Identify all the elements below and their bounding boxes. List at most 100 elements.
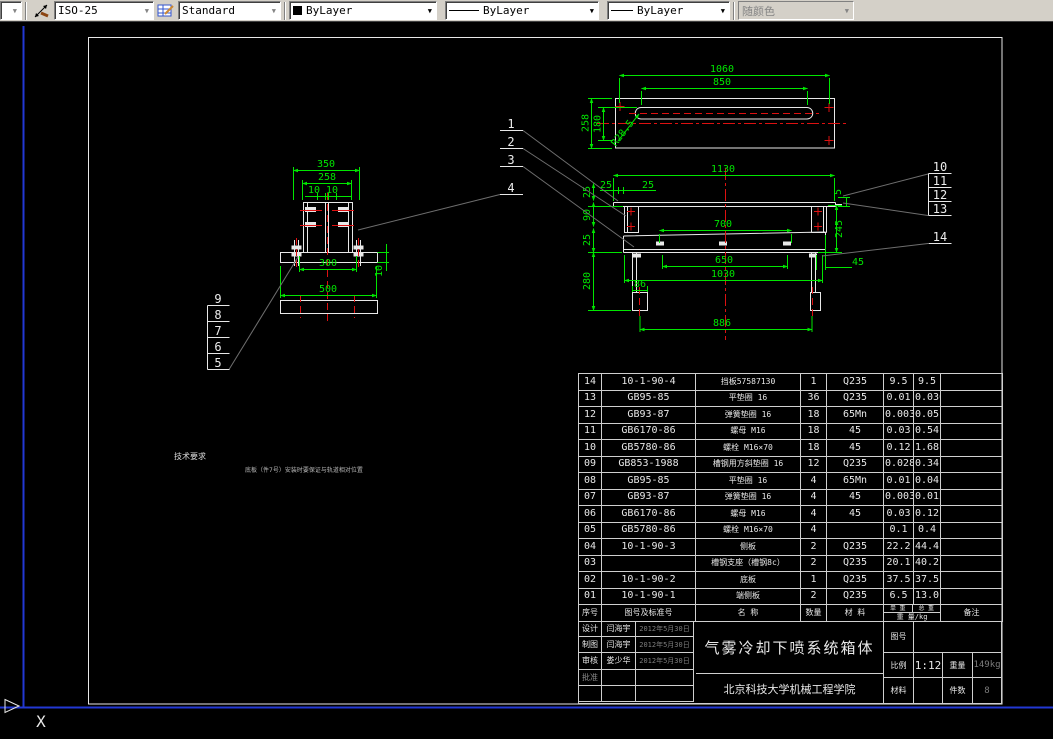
bom-row: 01 10-1-90-1 端侧板 2 Q235 6.5 13.0 (579, 588, 1003, 605)
bom-total-weight: 0.036 (914, 390, 941, 407)
bom-code: GB853-1988 (602, 456, 696, 473)
top-view-geometry (597, 99, 848, 149)
bom-unit-weight: 37.5 (884, 572, 914, 589)
chevron-down-icon[interactable]: ▼ (428, 7, 433, 15)
bom-unit-weight: 6.5 (884, 588, 914, 605)
bom-total-weight: 9.5 (914, 374, 941, 391)
lineweight-value: ByLayer (637, 4, 683, 17)
linetype-glyph (449, 10, 479, 11)
bom-total-weight: 0.12 (914, 506, 941, 523)
chevron-down-icon[interactable]: ▼ (590, 7, 595, 15)
bom-qty: 2 (801, 588, 827, 605)
svg-text:258: 258 (318, 172, 336, 183)
chevron-down-icon[interactable]: ▼ (272, 7, 277, 15)
bom-remark (941, 489, 1003, 506)
bom-qty: 2 (801, 555, 827, 572)
text-style-combo[interactable]: Standard ▼ (178, 1, 281, 20)
bom-qty: 4 (801, 489, 827, 506)
ucs-x-label: X (36, 712, 46, 731)
bom-row: 02 10-1-90-2 底板 1 Q235 37.5 37.5 (579, 572, 1003, 589)
svg-text:4: 4 (507, 181, 514, 195)
bom-material: Q235 (827, 588, 884, 605)
toolbar: ▼ ISO-25 ▼ Standard ▼ ByLayer ▼ ByLayer … (0, 0, 1053, 22)
bom-remark (941, 588, 1003, 605)
bom-unit-weight: 0.003 (884, 489, 914, 506)
svg-text:886: 886 (713, 318, 731, 329)
svg-text:350: 350 (317, 159, 335, 170)
text-style-icon[interactable] (156, 2, 176, 20)
lineweight-control-combo[interactable]: ByLayer ▼ (607, 1, 730, 20)
chevron-down-icon[interactable]: ▼ (145, 7, 150, 15)
svg-text:245: 245 (834, 220, 845, 238)
bom-unit-weight: 0.12 (884, 440, 914, 457)
bom-code: 10-1-90-2 (602, 572, 696, 589)
bom-seq: 09 (579, 456, 602, 473)
svg-text:技术要求: 技术要求 (174, 451, 206, 461)
front-view-dimensions: 350 258 10 10 300 500 10 (281, 159, 390, 298)
bom-header-total-weight: 总 重 (913, 605, 941, 612)
bom-remark (941, 506, 1003, 523)
bom-row: 06 GB6170-86 螺母 M16 4 45 0.03 0.12 (579, 506, 1003, 523)
text-style-value: Standard (182, 4, 235, 17)
bom-part-name: 平垫圈 16 (696, 473, 801, 490)
bom-qty: 36 (801, 390, 827, 407)
sig-label: 设计 (579, 621, 602, 637)
bom-remark (941, 539, 1003, 556)
bom-total-weight: 44.4 (914, 539, 941, 556)
svg-text:258: 258 (581, 114, 592, 132)
dim-style-combo[interactable]: ISO-25 ▼ (54, 1, 154, 20)
bom-total-weight: 0.05 (914, 407, 941, 424)
bom-material: 65Mn (827, 407, 884, 424)
bom-qty: 18 (801, 407, 827, 424)
bom-code: GB93-87 (602, 407, 696, 424)
count-label: 件数 (943, 678, 973, 703)
bom-row: 10 GB5780-86 螺栓 M16×70 18 45 0.12 1.68 (579, 440, 1003, 457)
bom-qty: 1 (801, 572, 827, 589)
scale-label: 比例 (884, 653, 914, 677)
bom-unit-weight: 20.1 (884, 555, 914, 572)
bom-qty: 4 (801, 506, 827, 523)
svg-text:280: 280 (582, 272, 593, 290)
bom-qty: 2 (801, 539, 827, 556)
svg-text:700: 700 (714, 219, 732, 230)
bom-part-name: 端侧板 (696, 588, 801, 605)
bom-material: 65Mn (827, 473, 884, 490)
linetype-control-combo[interactable]: ByLayer ▼ (445, 1, 599, 20)
bom-seq: 01 (579, 588, 602, 605)
bom-part-name: 槽钢支座（槽钢8c） (696, 555, 801, 572)
ucs-icon: X (5, 700, 46, 732)
bom-row: 11 GB6170-86 螺母 M16 18 45 0.03 0.54 (579, 423, 1003, 440)
sig-name: 娄少华 (602, 653, 636, 669)
title-block-fields: 图号 比例 1:12 重量 149kg 材料 件数 8 (884, 621, 1001, 703)
svg-text:300: 300 (319, 258, 337, 269)
bom-table: 14 10-1-90-4 挡板57587130 1 Q235 9.5 9.5 1… (578, 373, 1002, 622)
sig-label: 审核 (579, 653, 602, 669)
bom-seq: 11 (579, 423, 602, 440)
styles-combo-stub[interactable]: ▼ (0, 1, 22, 20)
bom-remark (941, 522, 1003, 539)
bom-qty: 1 (801, 374, 827, 391)
sig-empty (602, 686, 636, 702)
bom-row: 09 GB853-1988 槽钢用方斜垫圈 16 12 Q235 0.028 0… (579, 456, 1003, 473)
count-value: 8 (973, 678, 1001, 703)
color-control-combo[interactable]: ByLayer ▼ (289, 1, 437, 20)
svg-text:10: 10 (933, 160, 947, 174)
bom-unit-weight: 9.5 (884, 374, 914, 391)
plot-style-combo: 随颜色 ▼ (738, 1, 854, 20)
chevron-down-icon[interactable]: ▼ (721, 7, 726, 15)
bom-material: Q235 (827, 539, 884, 556)
bom-remark (941, 572, 1003, 589)
bom-seq: 07 (579, 489, 602, 506)
bom-remark (941, 456, 1003, 473)
bom-seq: 03 (579, 555, 602, 572)
color-value: ByLayer (306, 4, 352, 17)
svg-text:7: 7 (214, 324, 221, 338)
bom-header-row: 序号 图号及标准号 名 称 数量 材 料 单 重 总 重 重 量/kg 备注 (579, 605, 1003, 622)
dim-style-icon[interactable] (32, 2, 52, 20)
title-block: 设计 闫海宇 2012年5月30日 制图 闫海宇 2012年5月30日 审核 娄… (578, 621, 1002, 704)
svg-text:底板（件7号）安装时要保证与轨道相对位置: 底板（件7号）安装时要保证与轨道相对位置 (245, 466, 363, 474)
bom-row: 13 GB95-85 平垫圈 16 36 Q235 0.01 0.036 (579, 390, 1003, 407)
bom-code: GB5780-86 (602, 440, 696, 457)
title-block-signatures: 设计 闫海宇 2012年5月30日 制图 闫海宇 2012年5月30日 审核 娄… (579, 621, 696, 703)
bom-code (602, 555, 696, 572)
